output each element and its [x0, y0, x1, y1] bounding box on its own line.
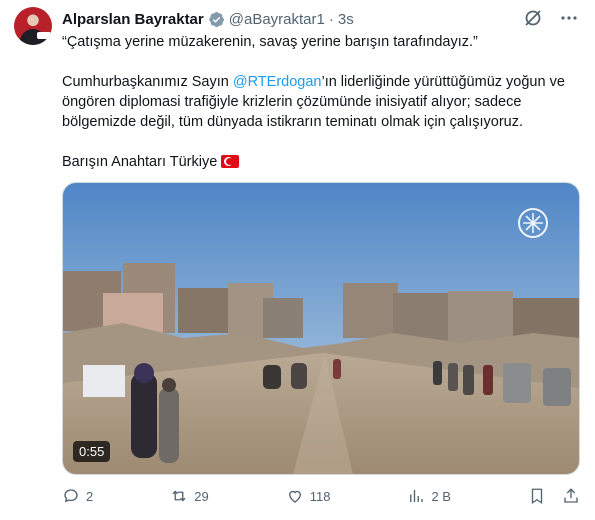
- views-count: 2 B: [431, 488, 451, 504]
- tweet-timestamp[interactable]: 3s: [338, 11, 354, 28]
- verified-badge-icon[interactable]: [208, 11, 225, 28]
- header-actions: [523, 8, 579, 28]
- video-player[interactable]: 0:55: [62, 182, 580, 475]
- tweet-text: “Çatışma yerine müzakerenin, savaş yerin…: [62, 32, 577, 192]
- tweet-body-prefix: Cumhurbaşkanımız Sayın: [62, 74, 233, 90]
- share-icon[interactable]: [562, 487, 580, 505]
- tweet-body: Cumhurbaşkanımız Sayın @RTErdogan’ın lid…: [62, 72, 577, 132]
- reply-count: 2: [86, 488, 94, 504]
- video-duration: 0:55: [73, 441, 111, 462]
- turkey-flag-icon: [221, 155, 240, 168]
- author-handle[interactable]: @aBayraktar1: [229, 11, 325, 28]
- views-icon: [410, 490, 424, 502]
- author-avatar[interactable]: [14, 7, 52, 45]
- tweet-header: Alparslan Bayraktar @aBayraktar1 · 3s: [62, 9, 579, 29]
- grok-icon[interactable]: [523, 8, 543, 28]
- bookmark-icon[interactable]: [528, 487, 546, 505]
- like-icon: [288, 490, 301, 503]
- tweet-actions: 2 29 118 2 B: [62, 485, 580, 507]
- mention-link[interactable]: @RTErdogan: [233, 74, 322, 90]
- like-button[interactable]: 118: [286, 487, 331, 505]
- repost-icon: [172, 490, 186, 502]
- reply-icon: [64, 489, 78, 503]
- author-name[interactable]: Alparslan Bayraktar: [62, 11, 204, 28]
- repost-count: 29: [194, 488, 209, 504]
- video-frame: [63, 183, 579, 474]
- like-count: 118: [309, 488, 331, 504]
- header-separator: ·: [328, 10, 334, 28]
- views-button[interactable]: 2 B: [407, 487, 451, 505]
- tweet-closing: Barışın Anahtarı Türkiye: [62, 152, 577, 172]
- closing-text: Barışın Anahtarı Türkiye: [62, 154, 218, 170]
- more-icon[interactable]: [559, 8, 579, 28]
- secondary-actions: [528, 487, 580, 505]
- tweet-quote: “Çatışma yerine müzakerenin, savaş yerin…: [62, 34, 478, 50]
- repost-button[interactable]: 29: [170, 487, 209, 505]
- reply-button[interactable]: 2: [62, 487, 93, 505]
